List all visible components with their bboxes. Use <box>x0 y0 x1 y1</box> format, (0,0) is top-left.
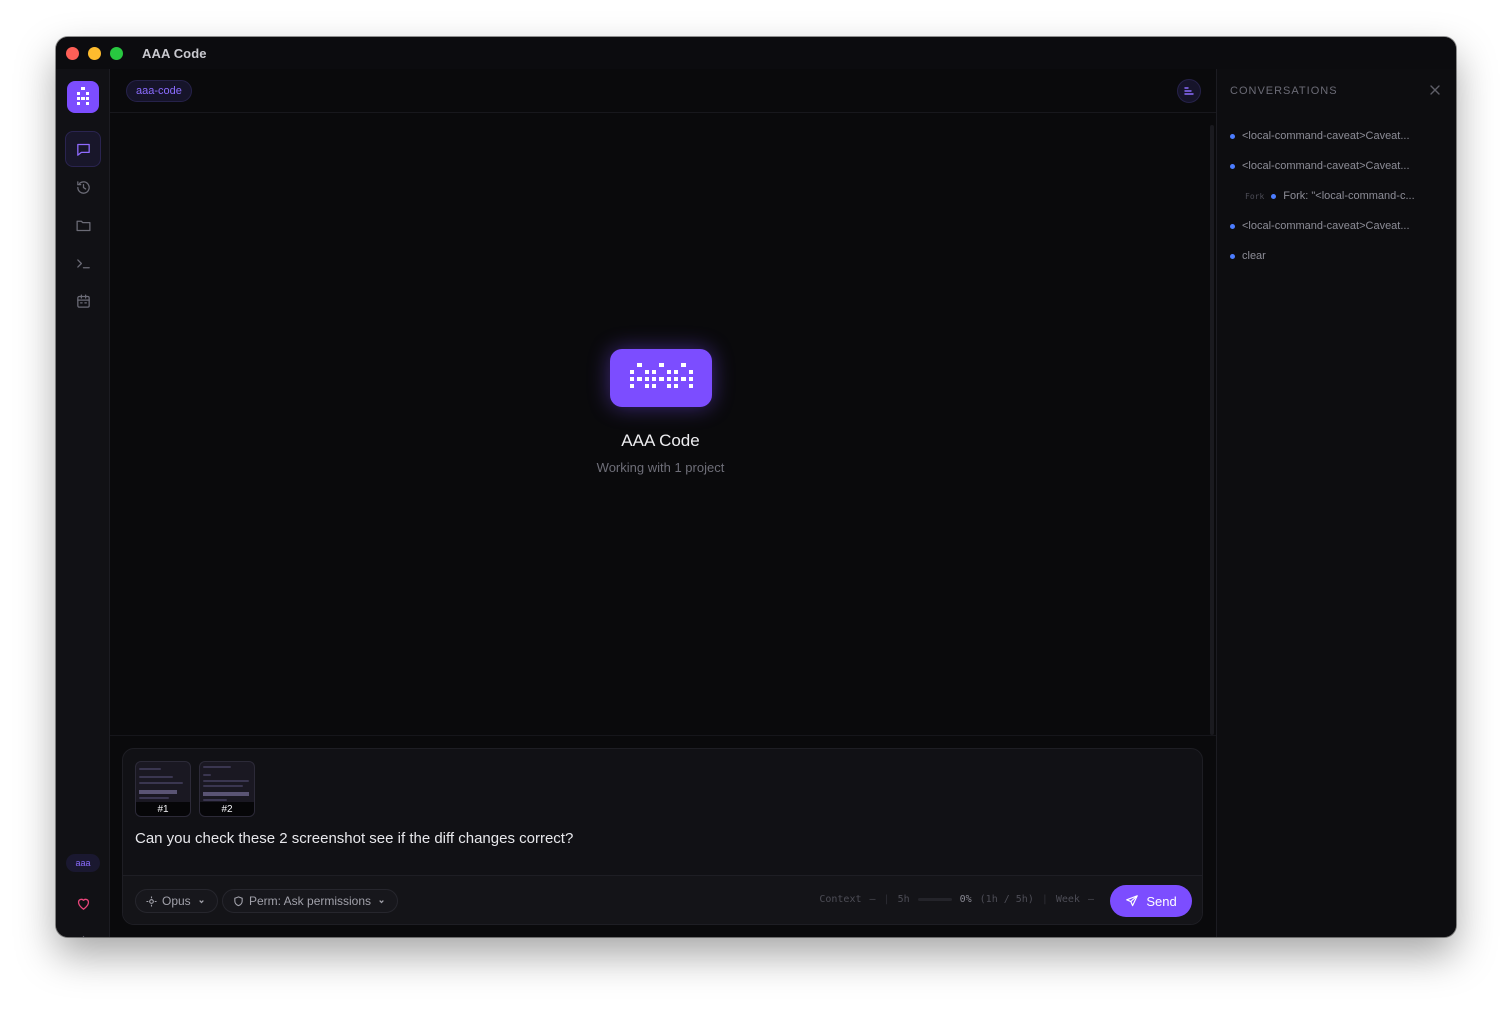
top-bar: aaa-code <box>110 69 1216 113</box>
attachment-thumbnail[interactable]: #2 <box>199 761 255 817</box>
context-label: Context <box>819 894 862 905</box>
fork-tag: Fork <box>1245 191 1265 201</box>
attachment-list: #1 #2 <box>135 761 255 817</box>
week-value: – <box>1087 894 1094 905</box>
conversation-title: <local-command-caveat>Caveat... <box>1242 130 1410 142</box>
conversation-title: Fork: "<local-command-c... <box>1283 190 1415 202</box>
attachment-thumbnail[interactable]: #1 <box>135 761 191 817</box>
conversation-dot <box>1271 193 1277 199</box>
chevron-down-icon <box>198 899 204 903</box>
hero-title: AAA Code <box>621 431 700 450</box>
composer: #1 #2 Can you check these 2 screenshot s… <box>122 748 1203 925</box>
conversation-dot <box>1230 133 1235 139</box>
attachment-label: #1 <box>136 802 190 816</box>
folder-icon[interactable] <box>65 207 101 243</box>
permission-select[interactable]: Perm: Ask permissions <box>222 889 399 913</box>
conversations-panel: CONVERSATIONS <local-command-caveat>Cave… <box>1216 69 1456 937</box>
usage-meter: Context – | 5h 0% (1h / 5h) | Week – <box>819 894 1094 905</box>
zoom-window-button[interactable] <box>110 46 123 60</box>
close-icon[interactable] <box>1428 83 1442 97</box>
traffic-lights <box>66 46 123 60</box>
window-value: 0% <box>959 894 972 905</box>
divider <box>110 735 1216 736</box>
conversations-header: CONVERSATIONS <box>1230 85 1338 97</box>
welcome-hero: AAA Code Working with 1 project <box>110 349 1211 475</box>
send-icon <box>1126 895 1139 907</box>
app-logo-icon[interactable] <box>67 81 99 113</box>
conversation-title: clear <box>1242 250 1266 262</box>
conversation-dot <box>1230 223 1235 229</box>
send-label: Send <box>1146 893 1177 909</box>
chat-icon[interactable] <box>65 131 101 167</box>
send-button[interactable]: Send <box>1110 885 1192 917</box>
chevron-down-icon <box>379 899 384 903</box>
minimize-window-button[interactable] <box>88 46 101 60</box>
week-label: Week <box>1055 894 1080 905</box>
context-value: – <box>869 894 876 905</box>
conversation-item[interactable]: <local-command-caveat>Caveat... <box>1230 156 1440 176</box>
conversation-dot <box>1230 253 1235 259</box>
hero-subtitle: Working with 1 project <box>596 460 725 475</box>
conversation-title: <local-command-caveat>Caveat... <box>1242 160 1410 172</box>
window-detail: (1h / 5h) <box>979 894 1034 905</box>
prompt-input[interactable]: Can you check these 2 screenshot see if … <box>135 830 573 847</box>
conversation-dot <box>1230 163 1235 169</box>
permission-label: Perm: Ask permissions <box>249 894 372 908</box>
history-icon[interactable] <box>65 169 101 205</box>
window-title: AAA Code <box>142 45 207 61</box>
left-rail: aaa <box>56 69 110 937</box>
aaa-logo-icon <box>609 349 712 407</box>
conversation-item[interactable]: clear <box>1230 246 1440 266</box>
project-chip[interactable]: aaa-code <box>126 80 192 102</box>
workspace-badge[interactable]: aaa <box>66 854 100 872</box>
title-bar: AAA Code <box>56 37 1456 69</box>
conversation-title: <local-command-caveat>Caveat... <box>1242 220 1410 232</box>
sparkle-icon <box>146 895 157 907</box>
composer-toolbar: Opus Perm: Ask permissions Context – | 5… <box>123 875 1202 924</box>
heart-icon[interactable] <box>65 885 101 921</box>
settings-gear-icon[interactable] <box>65 925 101 937</box>
conversation-item[interactable]: <local-command-caveat>Caveat... <box>1230 216 1440 236</box>
window-label: 5h <box>897 894 910 905</box>
shield-icon <box>234 895 243 906</box>
attachment-label: #2 <box>200 802 254 816</box>
close-window-button[interactable] <box>66 46 79 60</box>
model-label: Opus <box>162 894 191 908</box>
model-select[interactable]: Opus <box>135 889 218 913</box>
toggle-conversations-icon[interactable] <box>1177 79 1201 103</box>
window-usage-bar <box>917 898 952 901</box>
main-area: aaa-code AAA Code Working with 1 project… <box>110 69 1216 937</box>
calendar-icon[interactable] <box>65 283 101 319</box>
terminal-icon[interactable] <box>65 245 101 281</box>
app-window: AAA Code aaa aaa-code AAA Code Working w… <box>56 37 1456 937</box>
conversation-item[interactable]: <local-command-caveat>Caveat... <box>1230 126 1440 146</box>
conversation-item-fork[interactable]: Fork Fork: "<local-command-c... <box>1245 186 1440 206</box>
